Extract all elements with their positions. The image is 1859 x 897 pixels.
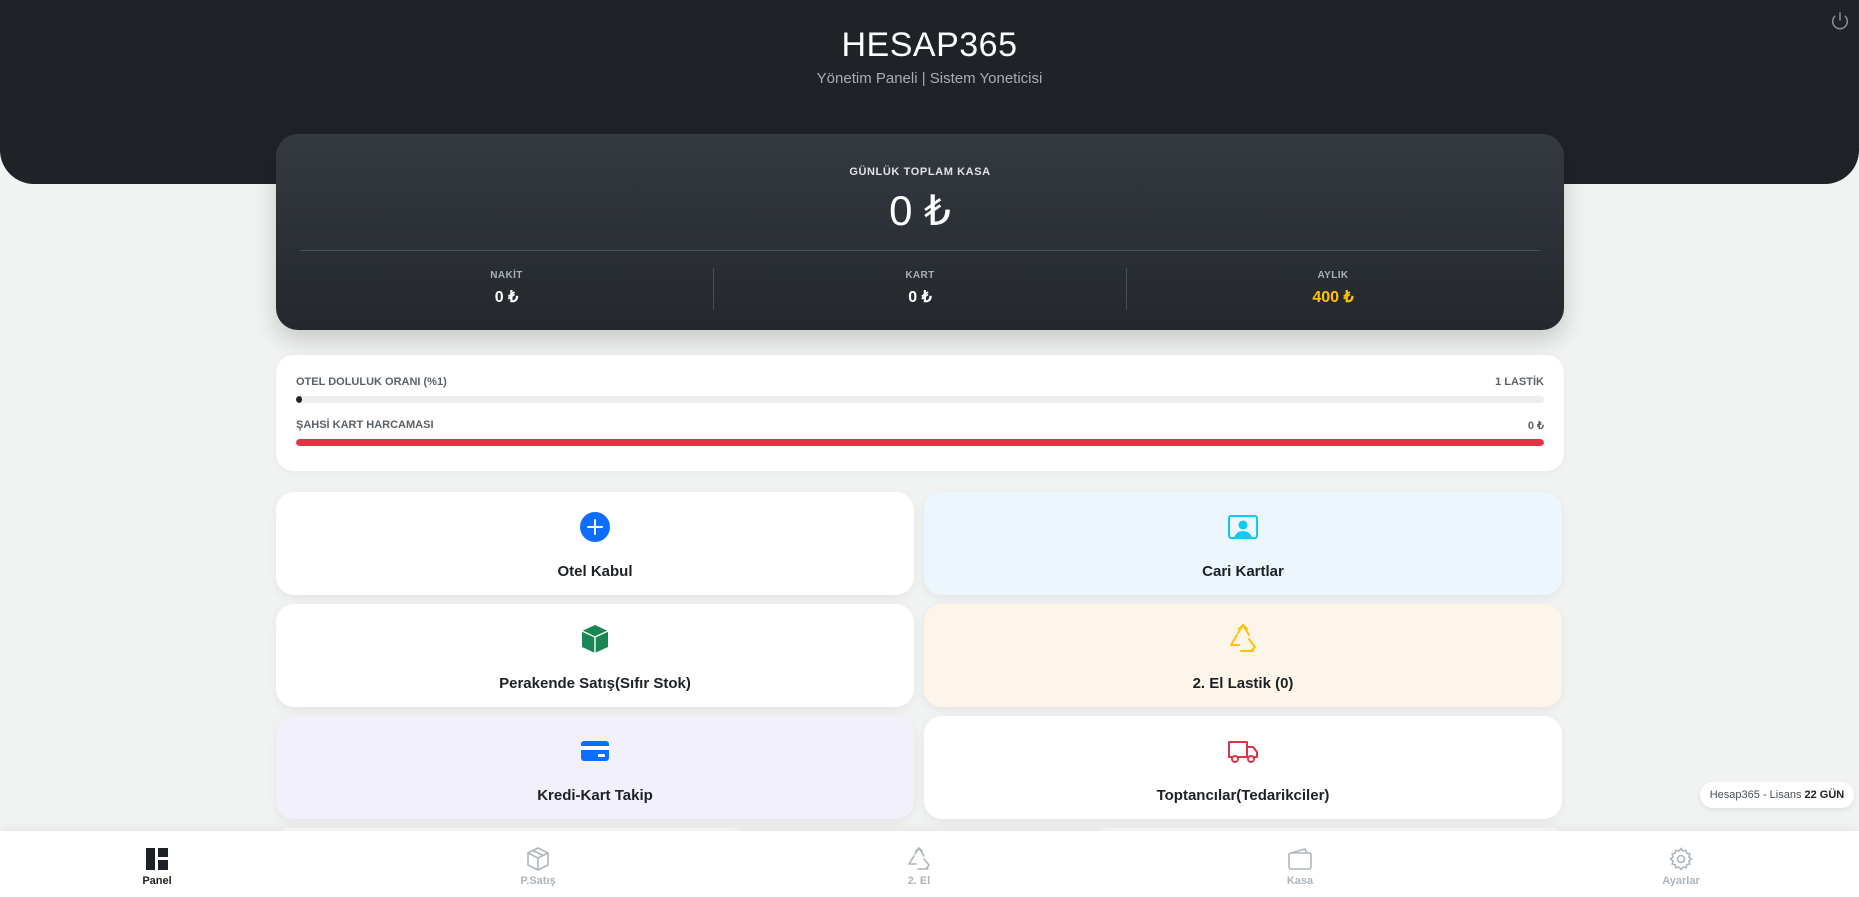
hotel-occupancy-label: OTEL DOLULUK ORANI (%1): [296, 376, 447, 388]
nav-retail-sales[interactable]: P.Satış: [478, 846, 598, 887]
nav-settings-label: Ayarlar: [1662, 875, 1700, 887]
monthly-stat-label: AYLIK: [1317, 270, 1349, 281]
daily-cash-label: GÜNLÜK TOPLAM KASA: [849, 166, 991, 178]
nav-panel-label: Panel: [142, 875, 172, 887]
bottom-nav: Panel P.Satış 2. El Kasa Ayarlar: [0, 831, 1859, 897]
card-stat-value: 0 ₺: [908, 289, 932, 306]
card-stat-label: KART: [905, 270, 935, 281]
cash-stat-label: NAKİT: [490, 270, 523, 281]
retail-sales-button[interactable]: Perakende Satış(Sıfır Stok): [276, 604, 914, 707]
license-text: Hesap365 - Lisans: [1709, 789, 1805, 801]
dashboard-icon: [144, 846, 170, 872]
nav-used[interactable]: 2. El: [859, 846, 979, 887]
plus-circle-icon: [579, 511, 611, 543]
card-stat: KART 0 ₺: [713, 268, 1126, 310]
wallet-icon: [1287, 846, 1313, 872]
hotel-occupancy-fill: [296, 396, 303, 403]
personal-card-bar: [296, 439, 1544, 446]
hotel-occupancy-row: OTEL DOLULUK ORANI (%1) 1 LASTİK: [296, 376, 1544, 410]
cash-stat: NAKİT 0 ₺: [300, 268, 713, 310]
personal-card-fill: [296, 439, 1544, 446]
credit-card-tracking-label: Kredi-Kart Takip: [537, 787, 653, 804]
credit-card-icon: [579, 735, 611, 767]
person-card-icon: [1227, 511, 1259, 543]
daily-cash-card: GÜNLÜK TOPLAM KASA 0 ₺ NAKİT 0 ₺ KART 0 …: [276, 134, 1564, 330]
nav-settings[interactable]: Ayarlar: [1621, 846, 1741, 887]
wholesalers-button[interactable]: Toptancılar(Tedarikciler): [924, 716, 1562, 819]
truck-icon: [1227, 735, 1259, 767]
app-subtitle: Yönetim Paneli | Sistem Yoneticisi: [816, 70, 1043, 87]
nav-cash[interactable]: Kasa: [1240, 846, 1360, 887]
wholesalers-label: Toptancılar(Tedarikciler): [1156, 787, 1330, 804]
current-accounts-label: Cari Kartlar: [1202, 563, 1284, 580]
app-title: HESAP365: [841, 26, 1018, 64]
recycle-icon: [906, 846, 932, 872]
credit-card-tracking-button[interactable]: Kredi-Kart Takip: [276, 716, 914, 819]
hotel-occupancy-count: 1 LASTİK: [1495, 376, 1544, 388]
retail-sales-label: Perakende Satış(Sıfır Stok): [499, 675, 691, 692]
recycle-icon: [1227, 623, 1259, 655]
nav-used-label: 2. El: [907, 875, 931, 887]
used-tire-label: 2. El Lastik (0): [1192, 675, 1294, 692]
hotel-checkin-button[interactable]: Otel Kabul: [276, 492, 914, 595]
hotel-checkin-label: Otel Kabul: [557, 563, 633, 580]
license-days: 22 GÜN: [1804, 789, 1845, 801]
nav-retail-sales-label: P.Satış: [520, 875, 556, 887]
divider: [300, 250, 1540, 251]
nav-cash-label: Kasa: [1286, 875, 1314, 887]
personal-card-row: ŞAHSİ KART HARCAMASI 0 ₺: [296, 419, 1544, 453]
personal-card-label: ŞAHSİ KART HARCAMASI: [296, 419, 434, 431]
license-badge: Hesap365 - Lisans 22 GÜN: [1700, 782, 1854, 808]
hotel-occupancy-bar: [296, 396, 1544, 403]
box-icon: [525, 846, 551, 872]
box-icon: [579, 623, 611, 655]
daily-cash-total: 0 ₺: [889, 187, 951, 234]
current-accounts-button[interactable]: Cari Kartlar: [924, 492, 1562, 595]
monthly-stat: AYLIK 400 ₺: [1126, 268, 1539, 310]
personal-card-amount: 0 ₺: [1527, 420, 1544, 432]
used-tire-button[interactable]: 2. El Lastik (0): [924, 604, 1562, 707]
progress-card: OTEL DOLULUK ORANI (%1) 1 LASTİK ŞAHSİ K…: [276, 355, 1564, 471]
cash-stat-value: 0 ₺: [494, 289, 519, 306]
power-icon[interactable]: [1829, 10, 1851, 32]
nav-panel[interactable]: Panel: [97, 846, 217, 887]
monthly-stat-value: 400 ₺: [1312, 289, 1354, 306]
gear-icon: [1668, 846, 1694, 872]
